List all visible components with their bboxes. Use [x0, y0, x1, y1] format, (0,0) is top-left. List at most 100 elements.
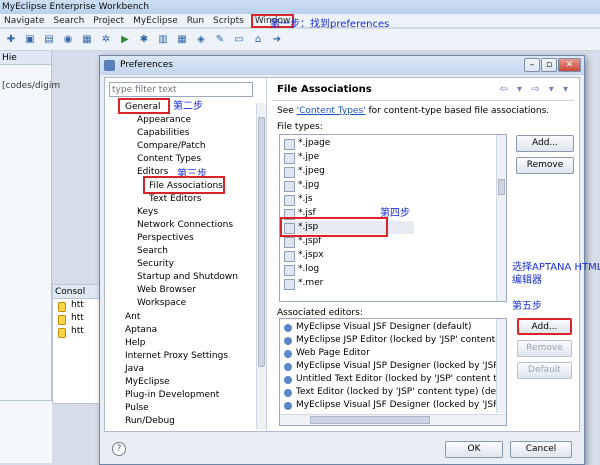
- tree-pulse[interactable]: Pulse: [125, 403, 149, 413]
- editor-item[interactable]: MyEclipse Visual JSF Designer (locked by…: [283, 399, 506, 412]
- tree-workspace[interactable]: Workspace: [137, 298, 186, 308]
- bottom-left-panel: [0, 400, 52, 463]
- file-type-item[interactable]: *.mer: [284, 277, 323, 290]
- maximize-icon[interactable]: ▫: [541, 58, 557, 72]
- file-type-item[interactable]: *.jpe: [284, 151, 319, 164]
- highlight-file-associations: [143, 176, 225, 194]
- file-types-scrollbar[interactable]: [496, 135, 506, 301]
- file-type-item[interactable]: *.jspx: [284, 249, 324, 262]
- tree-text-editors[interactable]: Text Editors: [149, 194, 201, 204]
- minimize-icon[interactable]: –: [524, 58, 540, 72]
- file-associations-page: File Associations ⇦ ▾ ⇨ ▾ ▾ See 'Content…: [268, 78, 600, 431]
- filter-input[interactable]: [109, 82, 253, 97]
- tree-appearance[interactable]: Appearance: [137, 115, 191, 125]
- file-type-item[interactable]: *.jpage: [284, 137, 330, 150]
- console-line: htt: [53, 325, 101, 338]
- ide-toolbar: ✚ ▣ ▤ ◉ ▦ ✲ ▶ ✱ ▥ ▦ ◈ ✎ ▭ ⌂ ➜: [0, 29, 600, 51]
- server-icon[interactable]: ▥: [156, 33, 170, 47]
- tree-network-connections[interactable]: Network Connections: [137, 220, 233, 230]
- editor-item[interactable]: MyEclipse Visual JSP Designer (locked by…: [283, 360, 506, 373]
- tree-internet-proxy[interactable]: Internet Proxy Settings: [125, 351, 228, 361]
- ok-button[interactable]: OK: [445, 441, 503, 458]
- console-panel: Consol htt htt htt: [52, 284, 102, 404]
- file-types-scroll-thumb[interactable]: [498, 179, 505, 195]
- description-text: See 'Content Types' for content-type bas…: [277, 106, 550, 116]
- add-file-type-button[interactable]: Add...: [516, 135, 574, 152]
- menu-myeclipse[interactable]: MyEclipse: [133, 16, 178, 26]
- tree-capabilities[interactable]: Capabilities: [137, 128, 190, 138]
- highlight-jsp: [280, 217, 388, 237]
- hierarchy-tab[interactable]: Hie: [0, 51, 51, 65]
- arrow-icon[interactable]: ➜: [270, 33, 284, 47]
- editor-item[interactable]: Web Page Editor: [283, 347, 370, 360]
- gear-icon[interactable]: ✲: [99, 33, 113, 47]
- remove-file-type-button[interactable]: Remove: [516, 157, 574, 174]
- tree-keys[interactable]: Keys: [137, 207, 158, 217]
- debug-icon[interactable]: ✱: [137, 33, 151, 47]
- editor-item[interactable]: Untitled Text Editor (locked by 'JSP' co…: [283, 373, 506, 386]
- associated-editors-list: MyEclipse Visual JSF Designer (default) …: [279, 318, 507, 426]
- content-types-link[interactable]: 'Content Types': [297, 106, 366, 116]
- tree-myeclipse[interactable]: MyEclipse: [125, 377, 170, 387]
- menu-scripts[interactable]: Scripts: [213, 16, 244, 26]
- tree-plugin-development[interactable]: Plug-in Development: [125, 390, 219, 400]
- tree-security[interactable]: Security: [137, 259, 174, 269]
- package-icon[interactable]: ◈: [194, 33, 208, 47]
- tree-help[interactable]: Help: [125, 338, 146, 348]
- cancel-button[interactable]: Cancel: [510, 441, 572, 458]
- tree-web-browser[interactable]: Web Browser: [137, 285, 196, 295]
- menu-project[interactable]: Project: [93, 16, 124, 26]
- menu-search[interactable]: Search: [53, 16, 84, 26]
- editor-item[interactable]: MyEclipse JSP Editor (locked by 'JSP' co…: [283, 334, 506, 347]
- dialog-footer: ? OK Cancel: [100, 434, 584, 464]
- print-icon[interactable]: ▦: [80, 33, 94, 47]
- dialog-title: Preferences: [120, 60, 173, 70]
- add-editor-button[interactable]: Add...: [517, 318, 572, 335]
- menu-navigate[interactable]: Navigate: [4, 16, 44, 26]
- tree-content-types[interactable]: Content Types: [137, 154, 201, 164]
- new-icon[interactable]: ✚: [4, 33, 18, 47]
- preferences-icon: [104, 60, 115, 71]
- editors-vertical-scrollbar[interactable]: [496, 319, 506, 413]
- globe-icon[interactable]: ◉: [61, 33, 75, 47]
- annotation-step5-note-2: 编辑器: [512, 275, 542, 286]
- tree-compare-patch[interactable]: Compare/Patch: [137, 141, 206, 151]
- nav-arrows-icon[interactable]: ⇦ ▾ ⇨ ▾ ▾: [499, 84, 571, 95]
- save-icon[interactable]: ▣: [23, 33, 37, 47]
- tree-ant[interactable]: Ant: [125, 312, 140, 322]
- dialog-title-bar: Preferences – ▫ ✕: [100, 56, 584, 75]
- editor-item[interactable]: Text Editor (locked by 'JSP' content typ…: [283, 386, 506, 399]
- ide-title-bar: MyEclipse Enterprise Workbench: [0, 0, 600, 14]
- tree-search[interactable]: Search: [137, 246, 168, 256]
- tree-startup-shutdown[interactable]: Startup and Shutdown: [137, 272, 238, 282]
- edit-icon[interactable]: ✎: [213, 33, 227, 47]
- file-type-item[interactable]: *.jpeg: [284, 165, 325, 178]
- console-tab[interactable]: Consol: [53, 285, 101, 299]
- open-icon[interactable]: ▤: [42, 33, 56, 47]
- grid-icon[interactable]: ▦: [175, 33, 189, 47]
- tree-run-debug[interactable]: Run/Debug: [125, 416, 175, 426]
- dialog-body: General 第二步 Appearance Capabilities Comp…: [104, 77, 600, 432]
- folder-icon[interactable]: ▭: [232, 33, 246, 47]
- editors-horizontal-scrollbar[interactable]: [280, 414, 506, 425]
- file-type-item[interactable]: *.jpg: [284, 179, 319, 192]
- tree-scrollbar[interactable]: [256, 103, 266, 429]
- help-icon[interactable]: ?: [112, 442, 126, 456]
- editors-scroll-thumb[interactable]: [310, 416, 430, 424]
- remove-editor-button[interactable]: Remove: [517, 340, 572, 357]
- tree-aptana[interactable]: Aptana: [125, 325, 157, 335]
- home-icon[interactable]: ⌂: [251, 33, 265, 47]
- tree-perspectives[interactable]: Perspectives: [137, 233, 194, 243]
- title-separator: [272, 100, 574, 101]
- default-editor-button[interactable]: Default: [517, 362, 572, 379]
- tree-scroll-thumb[interactable]: [258, 117, 265, 367]
- file-type-item[interactable]: *.log: [284, 263, 319, 276]
- preferences-dialog: Preferences – ▫ ✕ General 第二步 Appearance…: [99, 55, 600, 465]
- editor-item[interactable]: MyEclipse Visual JSF Designer (default): [283, 321, 472, 334]
- tree-java[interactable]: Java: [125, 364, 144, 374]
- file-type-item[interactable]: *.js: [284, 193, 313, 206]
- close-icon[interactable]: ✕: [558, 58, 581, 72]
- menu-run[interactable]: Run: [187, 16, 204, 26]
- run-icon[interactable]: ▶: [118, 33, 132, 47]
- page-title: File Associations: [277, 84, 372, 95]
